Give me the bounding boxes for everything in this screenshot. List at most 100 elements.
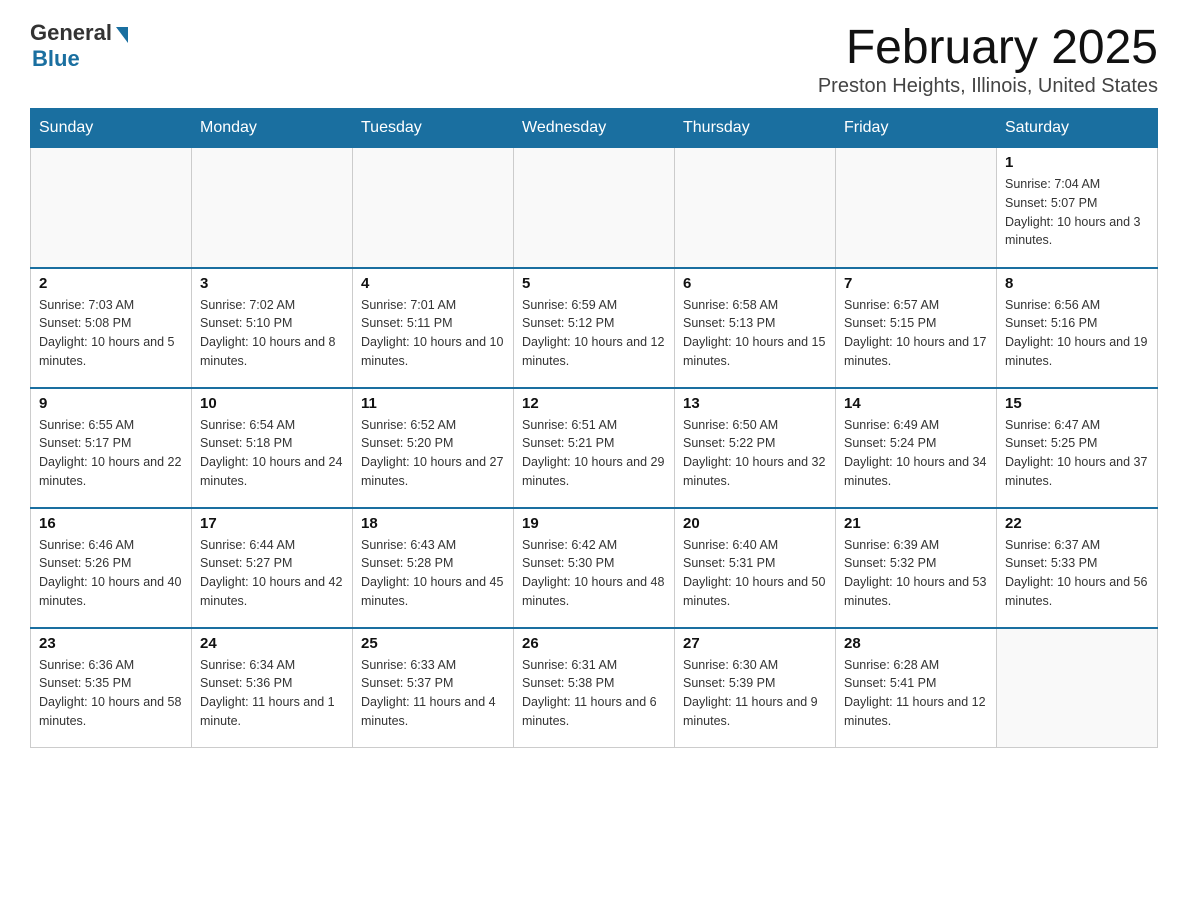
day-number: 16 bbox=[39, 515, 183, 532]
day-number: 11 bbox=[361, 395, 505, 412]
day-number: 28 bbox=[844, 635, 988, 652]
day-info: Sunrise: 7:02 AM Sunset: 5:10 PM Dayligh… bbox=[200, 296, 344, 371]
weekday-header-row: SundayMondayTuesdayWednesdayThursdayFrid… bbox=[31, 109, 1158, 148]
day-number: 17 bbox=[200, 515, 344, 532]
calendar-cell: 21 Sunrise: 6:39 AM Sunset: 5:32 PM Dayli… bbox=[836, 508, 997, 628]
calendar-cell: 26 Sunrise: 6:31 AM Sunset: 5:38 PM Dayli… bbox=[514, 628, 675, 748]
weekday-header-tuesday: Tuesday bbox=[353, 109, 514, 148]
day-number: 27 bbox=[683, 635, 827, 652]
day-number: 13 bbox=[683, 395, 827, 412]
day-number: 22 bbox=[1005, 515, 1149, 532]
page-subtitle: Preston Heights, Illinois, United States bbox=[818, 75, 1158, 98]
calendar-cell bbox=[31, 148, 192, 268]
calendar-cell bbox=[675, 148, 836, 268]
calendar-week-row: 23 Sunrise: 6:36 AM Sunset: 5:35 PM Dayli… bbox=[31, 628, 1158, 748]
calendar-cell bbox=[997, 628, 1158, 748]
day-number: 5 bbox=[522, 275, 666, 292]
day-number: 23 bbox=[39, 635, 183, 652]
page-title: February 2025 bbox=[818, 20, 1158, 75]
day-number: 14 bbox=[844, 395, 988, 412]
calendar-cell: 12 Sunrise: 6:51 AM Sunset: 5:21 PM Dayli… bbox=[514, 388, 675, 508]
day-info: Sunrise: 6:36 AM Sunset: 5:35 PM Dayligh… bbox=[39, 656, 183, 731]
day-number: 3 bbox=[200, 275, 344, 292]
calendar-cell: 10 Sunrise: 6:54 AM Sunset: 5:18 PM Dayli… bbox=[192, 388, 353, 508]
calendar-cell: 13 Sunrise: 6:50 AM Sunset: 5:22 PM Dayli… bbox=[675, 388, 836, 508]
page-header: General Blue February 2025 Preston Heigh… bbox=[30, 20, 1158, 98]
day-info: Sunrise: 6:54 AM Sunset: 5:18 PM Dayligh… bbox=[200, 416, 344, 491]
day-number: 18 bbox=[361, 515, 505, 532]
day-number: 15 bbox=[1005, 395, 1149, 412]
day-info: Sunrise: 7:03 AM Sunset: 5:08 PM Dayligh… bbox=[39, 296, 183, 371]
calendar-cell: 2 Sunrise: 7:03 AM Sunset: 5:08 PM Daylig… bbox=[31, 268, 192, 388]
day-info: Sunrise: 6:49 AM Sunset: 5:24 PM Dayligh… bbox=[844, 416, 988, 491]
day-number: 19 bbox=[522, 515, 666, 532]
day-info: Sunrise: 6:46 AM Sunset: 5:26 PM Dayligh… bbox=[39, 536, 183, 611]
day-number: 12 bbox=[522, 395, 666, 412]
calendar-cell: 5 Sunrise: 6:59 AM Sunset: 5:12 PM Daylig… bbox=[514, 268, 675, 388]
day-info: Sunrise: 6:50 AM Sunset: 5:22 PM Dayligh… bbox=[683, 416, 827, 491]
calendar-cell: 6Sunrise: 6:58 AM Sunset: 5:13 PM Daylig… bbox=[675, 268, 836, 388]
logo-general-text: General bbox=[30, 20, 112, 46]
day-number: 7 bbox=[844, 275, 988, 292]
day-number: 10 bbox=[200, 395, 344, 412]
day-info: Sunrise: 6:34 AM Sunset: 5:36 PM Dayligh… bbox=[200, 656, 344, 731]
calendar-cell: 24 Sunrise: 6:34 AM Sunset: 5:36 PM Dayli… bbox=[192, 628, 353, 748]
day-info: Sunrise: 6:39 AM Sunset: 5:32 PM Dayligh… bbox=[844, 536, 988, 611]
day-info: Sunrise: 6:43 AM Sunset: 5:28 PM Dayligh… bbox=[361, 536, 505, 611]
day-info: Sunrise: 6:51 AM Sunset: 5:21 PM Dayligh… bbox=[522, 416, 666, 491]
day-number: 2 bbox=[39, 275, 183, 292]
day-number: 25 bbox=[361, 635, 505, 652]
calendar-week-row: 16 Sunrise: 6:46 AM Sunset: 5:26 PM Dayli… bbox=[31, 508, 1158, 628]
day-number: 6 bbox=[683, 275, 827, 292]
calendar-week-row: 2 Sunrise: 7:03 AM Sunset: 5:08 PM Daylig… bbox=[31, 268, 1158, 388]
weekday-header-friday: Friday bbox=[836, 109, 997, 148]
calendar-cell: 22Sunrise: 6:37 AM Sunset: 5:33 PM Dayli… bbox=[997, 508, 1158, 628]
calendar-cell: 28Sunrise: 6:28 AM Sunset: 5:41 PM Dayli… bbox=[836, 628, 997, 748]
day-info: Sunrise: 6:59 AM Sunset: 5:12 PM Dayligh… bbox=[522, 296, 666, 371]
calendar-cell bbox=[192, 148, 353, 268]
calendar-cell: 11 Sunrise: 6:52 AM Sunset: 5:20 PM Dayli… bbox=[353, 388, 514, 508]
day-info: Sunrise: 6:44 AM Sunset: 5:27 PM Dayligh… bbox=[200, 536, 344, 611]
day-info: Sunrise: 6:31 AM Sunset: 5:38 PM Dayligh… bbox=[522, 656, 666, 731]
day-info: Sunrise: 6:52 AM Sunset: 5:20 PM Dayligh… bbox=[361, 416, 505, 491]
weekday-header-thursday: Thursday bbox=[675, 109, 836, 148]
day-info: Sunrise: 6:56 AM Sunset: 5:16 PM Dayligh… bbox=[1005, 296, 1149, 371]
title-section: February 2025 Preston Heights, Illinois,… bbox=[818, 20, 1158, 98]
calendar-cell bbox=[514, 148, 675, 268]
day-number: 4 bbox=[361, 275, 505, 292]
calendar-week-row: 9 Sunrise: 6:55 AM Sunset: 5:17 PM Daylig… bbox=[31, 388, 1158, 508]
day-number: 24 bbox=[200, 635, 344, 652]
day-number: 21 bbox=[844, 515, 988, 532]
day-info: Sunrise: 6:55 AM Sunset: 5:17 PM Dayligh… bbox=[39, 416, 183, 491]
calendar-cell: 16 Sunrise: 6:46 AM Sunset: 5:26 PM Dayli… bbox=[31, 508, 192, 628]
calendar-cell bbox=[836, 148, 997, 268]
calendar-cell: 25 Sunrise: 6:33 AM Sunset: 5:37 PM Dayli… bbox=[353, 628, 514, 748]
day-info: Sunrise: 7:04 AM Sunset: 5:07 PM Dayligh… bbox=[1005, 175, 1149, 250]
day-info: Sunrise: 6:57 AM Sunset: 5:15 PM Dayligh… bbox=[844, 296, 988, 371]
calendar-cell: 19 Sunrise: 6:42 AM Sunset: 5:30 PM Dayli… bbox=[514, 508, 675, 628]
logo-arrow-icon bbox=[116, 27, 128, 43]
calendar-cell: 9 Sunrise: 6:55 AM Sunset: 5:17 PM Daylig… bbox=[31, 388, 192, 508]
day-number: 20 bbox=[683, 515, 827, 532]
day-info: Sunrise: 6:33 AM Sunset: 5:37 PM Dayligh… bbox=[361, 656, 505, 731]
calendar-cell: 18 Sunrise: 6:43 AM Sunset: 5:28 PM Dayli… bbox=[353, 508, 514, 628]
calendar-cell: 14 Sunrise: 6:49 AM Sunset: 5:24 PM Dayli… bbox=[836, 388, 997, 508]
calendar-cell: 4Sunrise: 7:01 AM Sunset: 5:11 PM Daylig… bbox=[353, 268, 514, 388]
calendar-cell: 1Sunrise: 7:04 AM Sunset: 5:07 PM Daylig… bbox=[997, 148, 1158, 268]
calendar-cell: 8Sunrise: 6:56 AM Sunset: 5:16 PM Daylig… bbox=[997, 268, 1158, 388]
day-number: 9 bbox=[39, 395, 183, 412]
calendar-cell bbox=[353, 148, 514, 268]
calendar-week-row: 1Sunrise: 7:04 AM Sunset: 5:07 PM Daylig… bbox=[31, 148, 1158, 268]
day-info: Sunrise: 6:47 AM Sunset: 5:25 PM Dayligh… bbox=[1005, 416, 1149, 491]
calendar-cell: 7 Sunrise: 6:57 AM Sunset: 5:15 PM Daylig… bbox=[836, 268, 997, 388]
day-info: Sunrise: 6:42 AM Sunset: 5:30 PM Dayligh… bbox=[522, 536, 666, 611]
calendar-cell: 15 Sunrise: 6:47 AM Sunset: 5:25 PM Dayli… bbox=[997, 388, 1158, 508]
calendar-table: SundayMondayTuesdayWednesdayThursdayFrid… bbox=[30, 108, 1158, 748]
calendar-cell: 23 Sunrise: 6:36 AM Sunset: 5:35 PM Dayli… bbox=[31, 628, 192, 748]
day-number: 26 bbox=[522, 635, 666, 652]
day-info: Sunrise: 6:40 AM Sunset: 5:31 PM Dayligh… bbox=[683, 536, 827, 611]
weekday-header-monday: Monday bbox=[192, 109, 353, 148]
calendar-cell: 17 Sunrise: 6:44 AM Sunset: 5:27 PM Dayli… bbox=[192, 508, 353, 628]
weekday-header-sunday: Sunday bbox=[31, 109, 192, 148]
logo: General Blue bbox=[30, 20, 128, 72]
